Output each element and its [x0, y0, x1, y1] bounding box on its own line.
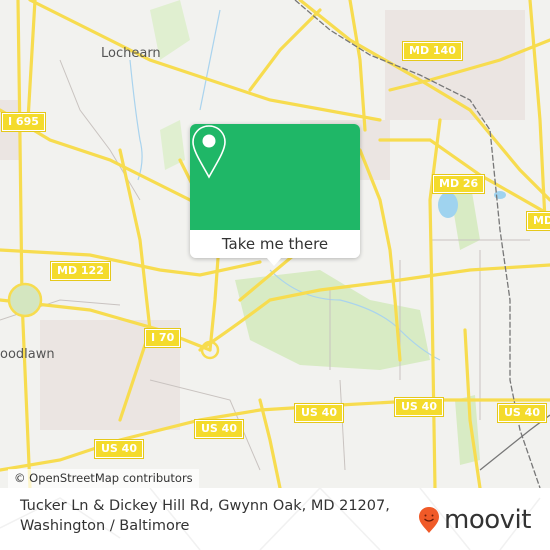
route-shield-md140: MD 140: [402, 41, 463, 61]
address-text: Tucker Ln & Dickey Hill Rd, Gwynn Oak, M…: [20, 496, 400, 536]
route-shield-us40: US 40: [394, 397, 444, 417]
route-shield-md122: MD 122: [50, 261, 111, 281]
route-shield-us40: US 40: [497, 403, 547, 423]
moovit-pin-smile-icon: [419, 507, 439, 533]
route-shield-md: MD: [525, 211, 550, 231]
place-label-woodlawn: oodlawn: [0, 347, 55, 362]
route-shield-us40: US 40: [94, 439, 144, 459]
route-shield-i695: I 695: [1, 112, 46, 132]
route-shield-i70: I 70: [143, 328, 182, 348]
route-shield-us40: US 40: [194, 419, 244, 439]
route-shield-md26: MD 26: [431, 174, 486, 194]
map[interactable]: Lochearn oodlawn I 695 MD 140 MD 26 MD M…: [0, 0, 550, 488]
map-pin-icon: [192, 125, 226, 179]
place-label-lochearn: Lochearn: [101, 46, 161, 61]
location-popup: Take me there: [190, 124, 360, 266]
popup-header: [190, 124, 360, 230]
address-line-1: Tucker Ln & Dickey Hill Rd, Gwynn Oak, M…: [20, 498, 390, 514]
address-line-2: Washington / Baltimore: [20, 518, 190, 534]
moovit-wordmark: moovit: [444, 505, 531, 535]
popup-pointer: [266, 257, 282, 266]
moovit-logo[interactable]: moovit: [418, 505, 531, 535]
route-shield-us40: US 40: [294, 403, 344, 423]
take-me-there-button[interactable]: Take me there: [190, 230, 360, 258]
map-attribution[interactable]: © OpenStreetMap contributors: [8, 469, 199, 488]
